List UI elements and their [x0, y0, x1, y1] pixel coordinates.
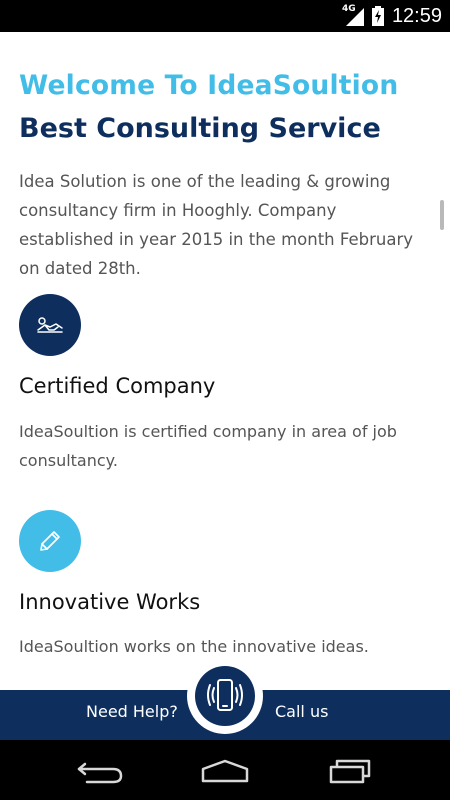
need-help-label: Need Help?	[86, 702, 178, 721]
call-us-link[interactable]: Call us	[275, 702, 328, 721]
feature-text-certified: IdeaSoultion is certified company in are…	[19, 422, 397, 470]
feature-text-innovative: IdeaSoultion works on the innovative ide…	[19, 637, 369, 656]
network-type-label: 4G	[341, 4, 356, 14]
page-title: Best Consulting Service	[19, 113, 381, 144]
welcome-heading: Welcome To IdeaSoultion	[19, 70, 399, 101]
feature-title-certified: Certified Company	[19, 374, 216, 398]
status-clock: 12:59	[391, 4, 442, 27]
home-icon[interactable]	[200, 758, 250, 784]
phone-vibrate-icon	[195, 666, 255, 726]
system-nav-bar	[0, 740, 450, 800]
signal-icon: 4G	[341, 4, 364, 26]
back-icon[interactable]	[75, 758, 125, 784]
main-content[interactable]: Welcome To IdeaSoultion Best Consulting …	[0, 32, 450, 690]
intro-paragraph: Idea Solution is one of the leading & gr…	[19, 172, 413, 278]
call-button[interactable]	[187, 658, 263, 734]
handshake-icon	[19, 294, 81, 356]
status-bar: 4G 12:59	[0, 0, 450, 32]
pencil-icon	[19, 510, 81, 572]
recents-icon[interactable]	[325, 758, 375, 784]
battery-charging-icon	[371, 6, 384, 26]
feature-title-innovative: Innovative Works	[19, 590, 201, 614]
scrollbar[interactable]	[440, 200, 444, 230]
